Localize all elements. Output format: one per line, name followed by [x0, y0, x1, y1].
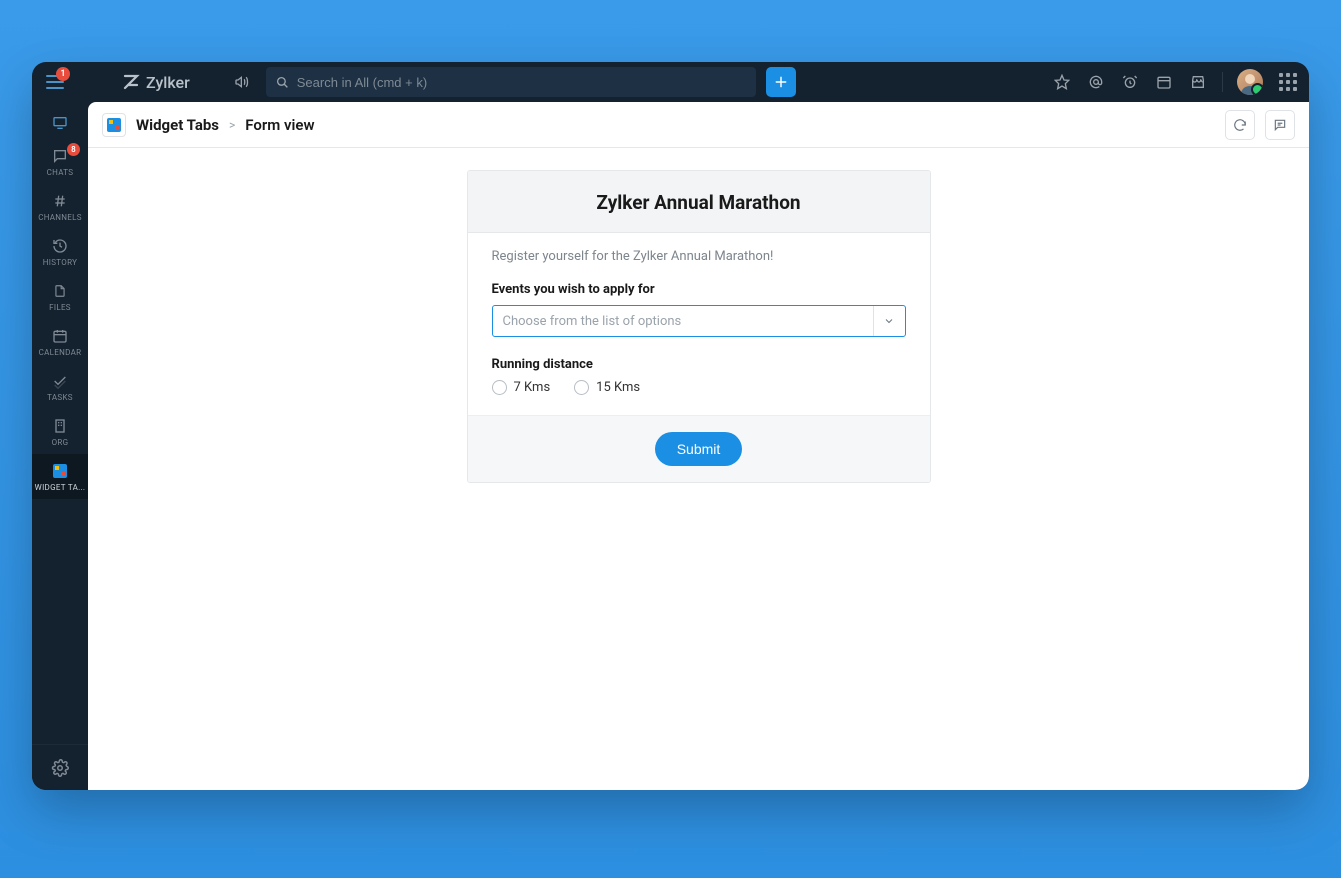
brand-name: Zylker	[146, 73, 190, 92]
events-label: Events you wish to apply for	[492, 282, 906, 297]
sidebar-label: CALENDAR	[39, 348, 82, 357]
distance-option-15[interactable]: 15 Kms	[574, 380, 640, 395]
tasks-icon	[51, 372, 69, 390]
sidebar-item-monitor[interactable]	[32, 106, 88, 139]
app-window: 1 Zylker	[32, 62, 1309, 790]
form-title: Zylker Annual Marathon	[468, 171, 930, 233]
chats-badge: 8	[67, 143, 80, 156]
hamburger-badge: 1	[56, 67, 70, 81]
chevron-down-icon	[873, 306, 905, 336]
search-icon	[276, 76, 289, 89]
add-button[interactable]	[766, 67, 796, 97]
refresh-button[interactable]	[1225, 110, 1255, 140]
sidebar-label: WIDGET TA...	[35, 483, 86, 492]
radio-label: 15 Kms	[596, 380, 640, 395]
apps-grid-icon[interactable]	[1277, 71, 1299, 93]
sidebar-item-channels[interactable]: CHANNELS	[32, 184, 88, 229]
distance-radio-group: 7 Kms 15 Kms	[492, 380, 906, 395]
brand: Zylker	[82, 73, 190, 92]
submit-button[interactable]: Submit	[655, 432, 743, 466]
distance-option-7[interactable]: 7 Kms	[492, 380, 551, 395]
sidebar-label: HISTORY	[43, 258, 77, 267]
sidebar-item-chats[interactable]: 8 CHATS	[32, 139, 88, 184]
breadcrumb-sep: >	[229, 118, 235, 132]
content-area: Zylker Annual Marathon Register yourself…	[88, 148, 1309, 790]
plus-icon	[774, 75, 788, 89]
form-description: Register yourself for the Zylker Annual …	[492, 249, 906, 264]
events-select[interactable]: Choose from the list of options	[492, 305, 906, 337]
main-panel: Widget Tabs > Form view Zylker Annual Ma…	[88, 102, 1309, 790]
store-icon[interactable]	[1188, 72, 1208, 92]
refresh-icon	[1233, 118, 1247, 132]
radio-label: 7 Kms	[514, 380, 551, 395]
widget-icon	[51, 462, 69, 480]
sidebar-item-calendar[interactable]: CALENDAR	[32, 319, 88, 364]
form-footer: Submit	[468, 415, 930, 482]
sidebar-label: CHANNELS	[38, 213, 82, 222]
calendar-top-icon[interactable]	[1154, 72, 1174, 92]
sidebar: 8 CHATS CHANNELS HISTORY FILES CALENDAR	[32, 102, 88, 790]
brand-logo-icon	[122, 73, 140, 91]
monitor-icon	[51, 114, 69, 132]
file-icon	[51, 282, 69, 300]
sidebar-settings[interactable]	[32, 744, 88, 790]
sidebar-label: TASKS	[47, 393, 73, 402]
sidebar-label: ORG	[52, 438, 69, 447]
comment-icon	[1273, 118, 1287, 132]
form-card: Zylker Annual Marathon Register yourself…	[467, 170, 931, 483]
reminder-icon[interactable]	[1120, 72, 1140, 92]
radio-icon	[574, 380, 589, 395]
org-icon	[51, 417, 69, 435]
search-input[interactable]	[297, 75, 746, 90]
announce-icon[interactable]	[228, 68, 256, 96]
top-right-icons	[1052, 69, 1299, 95]
sidebar-item-history[interactable]: HISTORY	[32, 229, 88, 274]
star-icon[interactable]	[1052, 72, 1072, 92]
sidebar-item-org[interactable]: ORG	[32, 409, 88, 454]
radio-icon	[492, 380, 507, 395]
search-box[interactable]	[266, 67, 756, 97]
mention-icon[interactable]	[1086, 72, 1106, 92]
breadcrumb-bar: Widget Tabs > Form view	[88, 102, 1309, 148]
top-bar: 1 Zylker	[32, 62, 1309, 102]
sidebar-label: FILES	[49, 303, 71, 312]
breadcrumb-current: Form view	[245, 116, 314, 134]
comment-button[interactable]	[1265, 110, 1295, 140]
breadcrumb-app-icon	[102, 113, 126, 137]
breadcrumb-title[interactable]: Widget Tabs	[136, 116, 219, 134]
gear-icon	[51, 759, 69, 777]
hamburger-menu[interactable]: 1	[38, 65, 72, 99]
sidebar-item-widget-tabs[interactable]: WIDGET TA...	[32, 454, 88, 499]
events-placeholder: Choose from the list of options	[493, 314, 873, 329]
sidebar-item-tasks[interactable]: TASKS	[32, 364, 88, 409]
user-avatar[interactable]	[1237, 69, 1263, 95]
hash-icon	[51, 192, 69, 210]
distance-label: Running distance	[492, 357, 906, 372]
history-icon	[51, 237, 69, 255]
sidebar-label: CHATS	[47, 168, 74, 177]
calendar-icon	[51, 327, 69, 345]
sidebar-item-files[interactable]: FILES	[32, 274, 88, 319]
